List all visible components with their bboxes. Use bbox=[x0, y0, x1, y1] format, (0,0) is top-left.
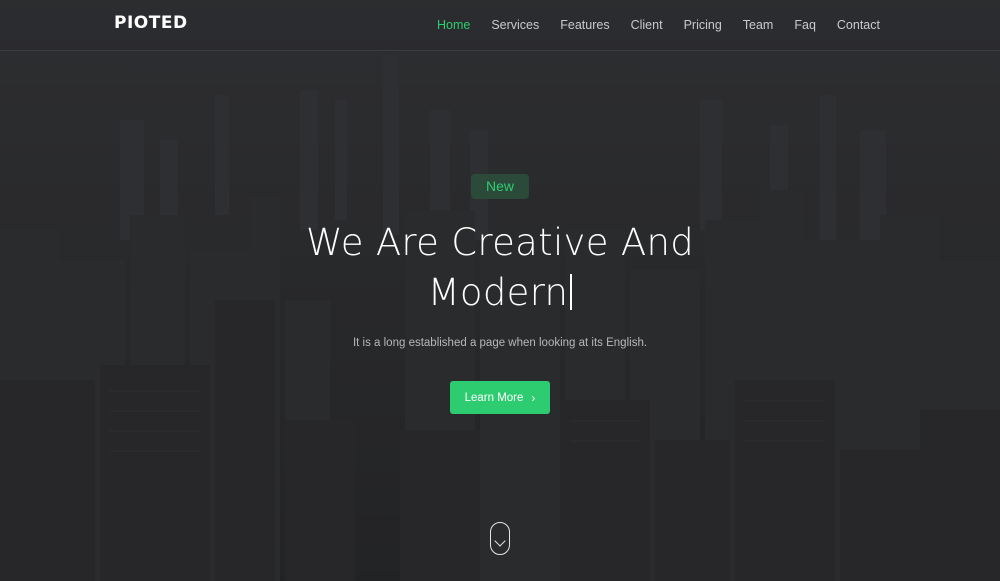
hero-headline-line2: Modern bbox=[427, 271, 569, 314]
mouse-scroll-down-icon[interactable] bbox=[490, 522, 510, 555]
nav-item-team[interactable]: Team bbox=[743, 18, 774, 32]
chevron-down-icon bbox=[494, 535, 506, 547]
new-badge: New bbox=[471, 174, 529, 199]
nav-item-client[interactable]: Client bbox=[631, 18, 663, 32]
hero-headline-line1: We Are Creative And bbox=[305, 221, 694, 264]
brand-logo[interactable]: PIOTED bbox=[114, 13, 188, 33]
learn-more-button[interactable]: Learn More › bbox=[450, 381, 550, 414]
nav-item-faq[interactable]: Faq bbox=[794, 18, 816, 32]
nav-item-pricing[interactable]: Pricing bbox=[684, 18, 722, 32]
chevron-right-icon: › bbox=[531, 390, 536, 405]
nav-item-features[interactable]: Features bbox=[560, 18, 609, 32]
nav-item-contact[interactable]: Contact bbox=[837, 18, 880, 32]
nav-item-services[interactable]: Services bbox=[491, 18, 539, 32]
learn-more-label: Learn More bbox=[464, 391, 524, 404]
navbar: PIOTED Home Services Features Client Pri… bbox=[0, 0, 1000, 51]
nav-menu: Home Services Features Client Pricing Te… bbox=[416, 0, 880, 50]
nav-item-home[interactable]: Home bbox=[437, 18, 470, 32]
hero-headline: We Are Creative And Modern bbox=[250, 218, 750, 318]
hero-subtitle: It is a long established a page when loo… bbox=[352, 337, 648, 349]
typing-cursor bbox=[570, 274, 573, 310]
